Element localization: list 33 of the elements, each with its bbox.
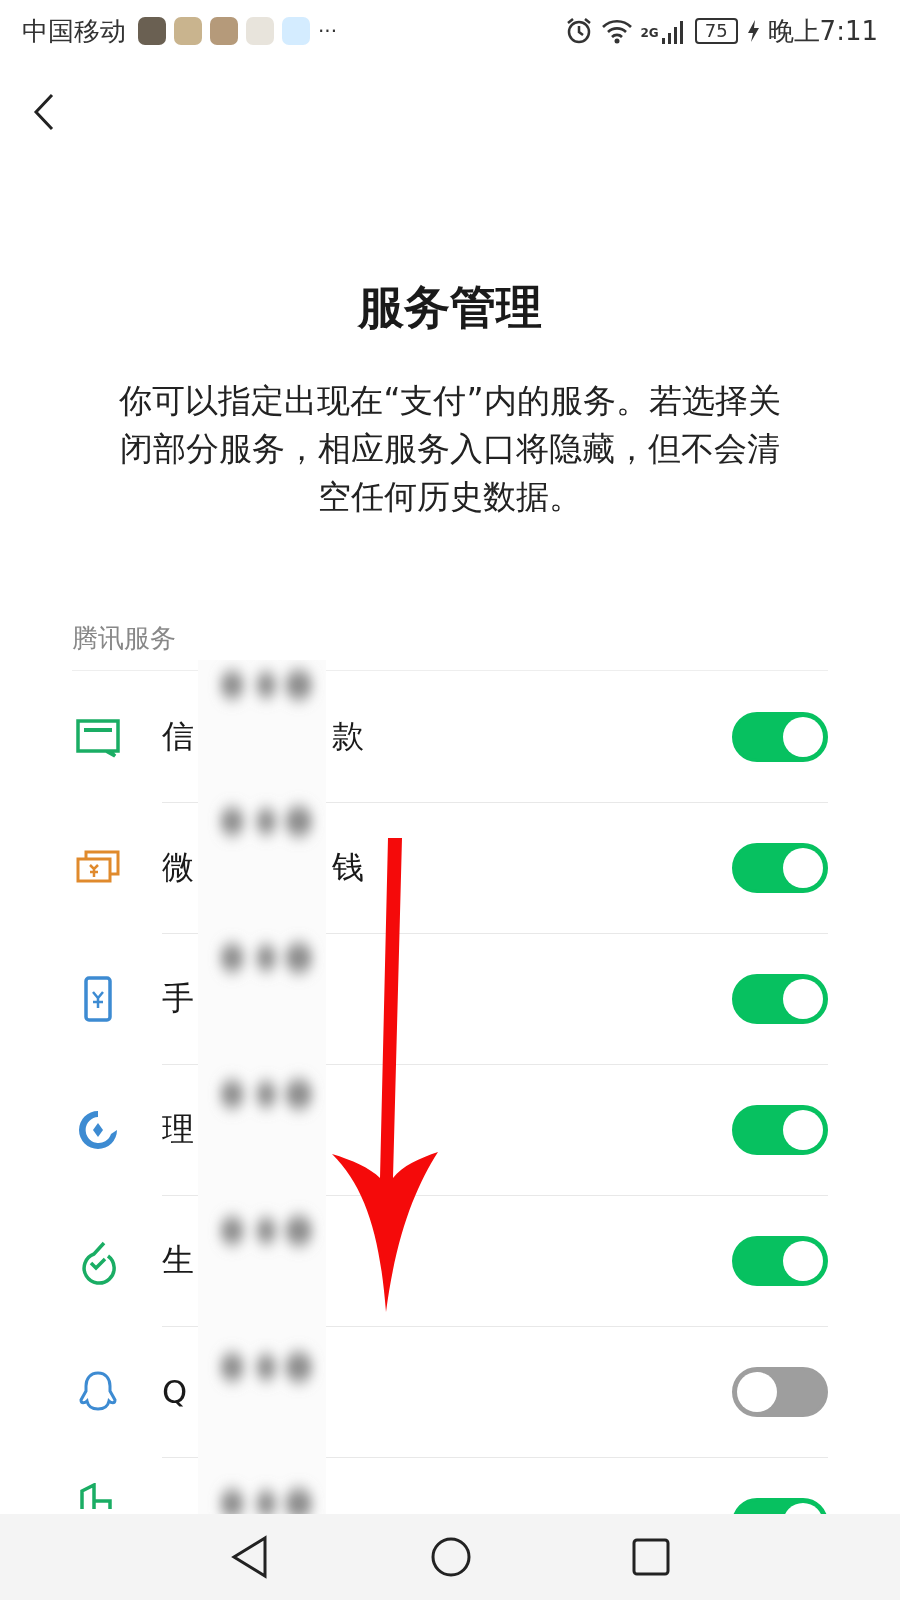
toggle-switch[interactable]: [732, 711, 828, 762]
app-notification-icon: [282, 17, 310, 45]
service-label: 生: [162, 1239, 195, 1281]
app-notification-icon: [174, 17, 202, 45]
page-title: 服务管理: [356, 279, 543, 336]
back-nav-icon[interactable]: [230, 1535, 270, 1579]
app-notification-icon: [246, 17, 274, 45]
toggle-switch[interactable]: [732, 842, 828, 893]
network-type: 2G: [640, 25, 659, 40]
carrier-name: 中国移动: [22, 14, 126, 48]
recents-nav-icon[interactable]: [632, 1538, 670, 1576]
wifi-icon: [600, 18, 633, 44]
more-notifications: ···: [318, 19, 338, 43]
back-icon[interactable]: [32, 92, 56, 132]
toggle-switch[interactable]: [732, 1104, 828, 1155]
toggle-switch[interactable]: [732, 1235, 828, 1286]
service-label: 款: [332, 715, 364, 757]
service-label: Q: [162, 1372, 189, 1411]
charging-icon: [745, 19, 760, 43]
clock-time: 晚上7:11: [767, 14, 878, 48]
toggle-switch[interactable]: [732, 973, 828, 1024]
app-notification-icon: [138, 17, 166, 45]
service-label: 钱: [332, 846, 364, 888]
service-label: 手: [162, 977, 195, 1019]
battery-level: 75: [694, 18, 738, 44]
home-nav-icon[interactable]: [430, 1536, 472, 1578]
description-text: 你可以指定出现在“支付”内的服务。若选择关闭部分服务，相应服务入口将隐藏，但不会清空任何历史数据。: [118, 380, 782, 518]
service-label: 理: [162, 1108, 195, 1150]
service-label: 微: [162, 846, 195, 888]
service-label: 信: [162, 715, 195, 757]
toggle-switch[interactable]: [732, 1366, 828, 1417]
app-notification-icon: [210, 17, 238, 45]
section-header: 腾讯服务: [72, 622, 177, 655]
